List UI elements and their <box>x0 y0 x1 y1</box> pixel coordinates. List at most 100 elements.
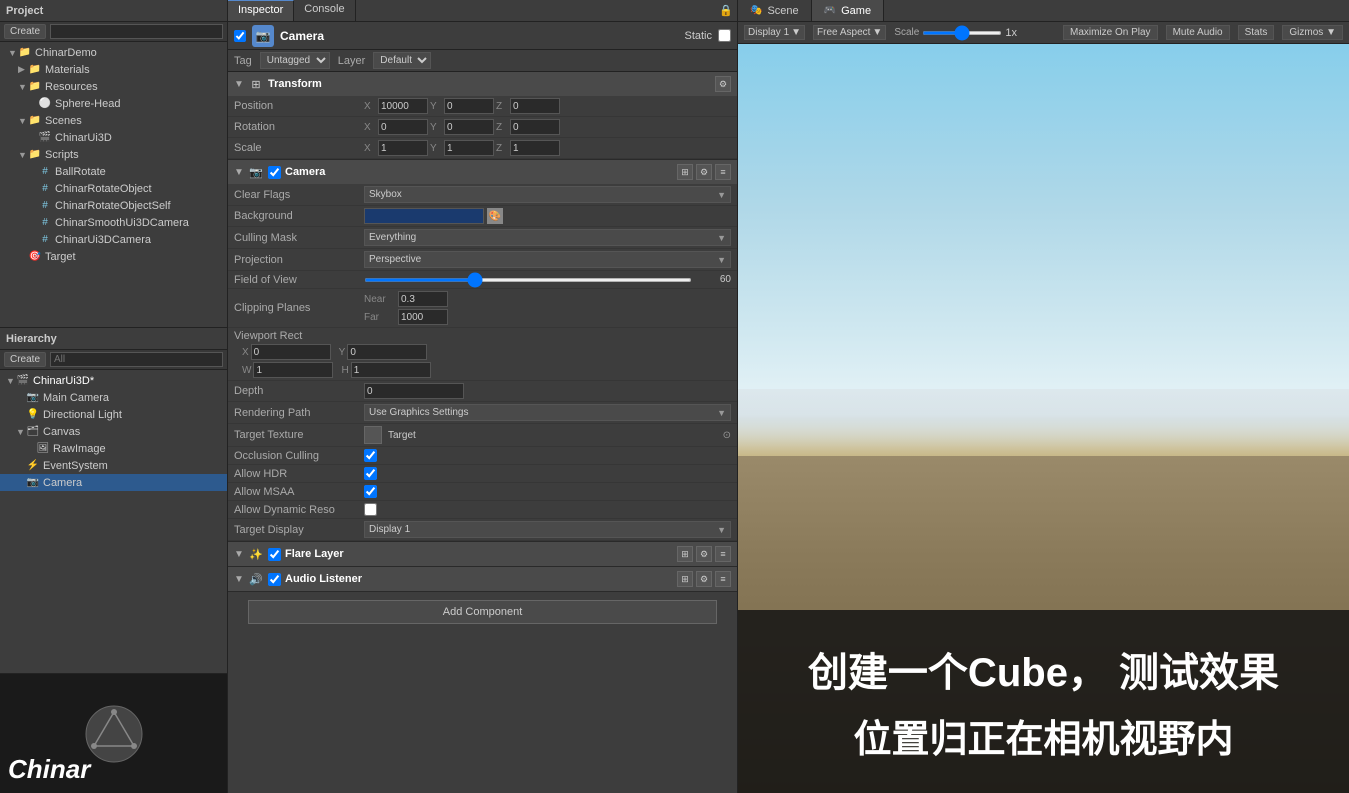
tree-item-sphereHead[interactable]: ⚪ Sphere-Head <box>0 95 227 112</box>
scale-label: Scale <box>894 27 919 38</box>
folder-icon-chinarDemo: 📁 <box>18 46 32 60</box>
allow-msaa-checkbox[interactable] <box>364 485 377 498</box>
hier-item-canvas[interactable]: ▼ 🗂 Canvas <box>0 423 227 440</box>
maximize-on-play-btn[interactable]: Maximize On Play <box>1063 25 1158 40</box>
tree-item-chinarRotateObject[interactable]: # ChinarRotateObject <box>0 180 227 197</box>
tree-item-chinarRotateObjectSelf[interactable]: # ChinarRotateObjectSelf <box>0 197 227 214</box>
target-display-dropdown[interactable]: Display 1 ▼ <box>364 521 731 538</box>
hier-item-rawImage[interactable]: 🖼 RawImage <box>0 440 227 457</box>
tree-item-scripts[interactable]: ▼ 📁 Scripts <box>0 146 227 163</box>
vp-x-input[interactable] <box>251 344 331 360</box>
allow-hdr-checkbox[interactable] <box>364 467 377 480</box>
audio-listener-enabled-checkbox[interactable] <box>268 573 281 586</box>
add-component-button[interactable]: Add Component <box>248 600 717 624</box>
tab-console[interactable]: Console <box>294 0 355 21</box>
tree-item-chinarUi3DScene[interactable]: 🎬 ChinarUi3D <box>0 129 227 146</box>
culling-mask-dropdown[interactable]: Everything ▼ <box>364 229 731 246</box>
hier-label-directionalLight: Directional Light <box>43 409 122 421</box>
tree-item-ballRotate[interactable]: # BallRotate <box>0 163 227 180</box>
tree-item-materials[interactable]: ▶ 📁 Materials <box>0 61 227 78</box>
inspector-lock-icon[interactable]: 🔒 <box>719 4 733 17</box>
inspector-scroll: ▼ ⊞ Transform ⚙ Position X 10000 Y <box>228 72 737 793</box>
hierarchy-search-input[interactable] <box>50 352 223 367</box>
tree-arrow-materials: ▶ <box>18 64 28 75</box>
audio-listener-header[interactable]: ▼ 🔊 Audio Listener ⊞ ⚙ ≡ <box>228 567 737 591</box>
object-active-checkbox[interactable] <box>234 30 246 42</box>
pos-x-input[interactable]: 10000 <box>378 98 428 114</box>
project-create-btn[interactable]: Create <box>4 24 46 39</box>
aspect-dropdown[interactable]: Free Aspect ▼ <box>813 25 886 40</box>
hier-item-directionalLight[interactable]: 💡 Directional Light <box>0 406 227 423</box>
background-color-picker-btn[interactable]: 🎨 <box>487 208 503 224</box>
background-color-swatch[interactable] <box>364 208 484 224</box>
transform-header[interactable]: ▼ ⊞ Transform ⚙ <box>228 72 737 96</box>
tree-item-resources[interactable]: ▼ 📁 Resources <box>0 78 227 95</box>
tree-item-chinarDemo[interactable]: ▼ 📁 ChinarDemo <box>0 44 227 61</box>
near-input[interactable] <box>398 291 448 307</box>
flare-layer-ref-icon[interactable]: ⊞ <box>677 546 693 562</box>
audio-listener-settings-icon[interactable]: ⚙ <box>696 571 712 587</box>
hierarchy-create-btn[interactable]: Create <box>4 352 46 367</box>
fov-slider[interactable] <box>364 278 692 282</box>
camera-settings-icon[interactable]: ⚙ <box>696 164 712 180</box>
hier-item-camera[interactable]: 📷 Camera <box>0 474 227 491</box>
rot-x-input[interactable]: 0 <box>378 119 428 135</box>
scale-z-input[interactable]: 1 <box>510 140 560 156</box>
audio-listener-ref-icon[interactable]: ⊞ <box>677 571 693 587</box>
flare-layer-enabled-checkbox[interactable] <box>268 548 281 561</box>
target-texture-thumb <box>364 426 382 444</box>
camera-more-icon[interactable]: ≡ <box>715 164 731 180</box>
hier-label-eventSystem: EventSystem <box>43 460 108 472</box>
display-dropdown[interactable]: Display 1 ▼ <box>744 25 805 40</box>
depth-input[interactable] <box>364 383 464 399</box>
hier-item-eventSystem[interactable]: ⚡ EventSystem <box>0 457 227 474</box>
target-texture-select-btn[interactable]: ⊙ <box>723 430 731 441</box>
mute-audio-btn[interactable]: Mute Audio <box>1166 25 1230 40</box>
scale-slider[interactable] <box>922 31 1002 35</box>
flare-layer-header[interactable]: ▼ ✨ Flare Layer ⊞ ⚙ ≡ <box>228 542 737 566</box>
flare-layer-settings-icon[interactable]: ⚙ <box>696 546 712 562</box>
project-panel-header: Project <box>0 0 227 22</box>
pos-z-input[interactable]: 0 <box>510 98 560 114</box>
tree-item-target[interactable]: 🎯 Target <box>0 248 227 265</box>
allow-dynamic-reso-checkbox[interactable] <box>364 503 377 516</box>
scale-control: Scale 1x <box>894 27 1017 39</box>
clear-flags-dropdown[interactable]: Skybox ▼ <box>364 186 731 203</box>
camera-ref-icon[interactable]: ⊞ <box>677 164 693 180</box>
hier-item-chinarUi3DRoot[interactable]: ▼ 🎬 ChinarUi3D* <box>0 372 227 389</box>
static-checkbox[interactable] <box>718 29 731 42</box>
pos-y-input[interactable]: 0 <box>444 98 494 114</box>
far-input[interactable] <box>398 309 448 325</box>
project-search-input[interactable] <box>50 24 223 39</box>
vp-h-input[interactable] <box>351 362 431 378</box>
tree-item-scenes[interactable]: ▼ 📁 Scenes <box>0 112 227 129</box>
layer-select[interactable]: Default <box>373 52 431 69</box>
flare-layer-more-icon[interactable]: ≡ <box>715 546 731 562</box>
rot-y-input[interactable]: 0 <box>444 119 494 135</box>
projection-dropdown[interactable]: Perspective ▼ <box>364 251 731 268</box>
vp-y-input[interactable] <box>347 344 427 360</box>
inspector-panel: Inspector Console 🔒 📷 Camera Static Tag … <box>228 0 738 793</box>
camera-header[interactable]: ▼ 📷 Camera ⊞ ⚙ ≡ <box>228 160 737 184</box>
rendering-path-dropdown[interactable]: Use Graphics Settings ▼ <box>364 404 731 421</box>
stats-btn[interactable]: Stats <box>1238 25 1275 40</box>
inspector-tabs: Inspector Console 🔒 <box>228 0 737 22</box>
transform-settings-icon[interactable]: ⚙ <box>715 76 731 92</box>
script-icon-chinarSmoothUi3DCamera: # <box>38 216 52 230</box>
tree-item-chinarUi3DCamera[interactable]: # ChinarUi3DCamera <box>0 231 227 248</box>
rot-z-input[interactable]: 0 <box>510 119 560 135</box>
camera-enabled-checkbox[interactable] <box>268 166 281 179</box>
hier-item-mainCamera[interactable]: 📷 Main Camera <box>0 389 227 406</box>
gizmos-btn[interactable]: Gizmos ▼ <box>1282 25 1343 40</box>
tag-select[interactable]: Untagged <box>260 52 330 69</box>
occlusion-culling-checkbox[interactable] <box>364 449 377 462</box>
tree-item-chinarSmoothUi3DCamera[interactable]: # ChinarSmoothUi3DCamera <box>0 214 227 231</box>
audio-listener-more-icon[interactable]: ≡ <box>715 571 731 587</box>
vp-w-input[interactable] <box>253 362 333 378</box>
scale-y-input[interactable]: 1 <box>444 140 494 156</box>
tab-game[interactable]: 🎮 Game <box>812 0 884 21</box>
scale-x-input[interactable]: 1 <box>378 140 428 156</box>
tab-inspector[interactable]: Inspector <box>228 0 294 21</box>
target-display-text: Display 1 <box>369 524 410 535</box>
tab-scene[interactable]: 🎭 Scene <box>738 0 812 21</box>
